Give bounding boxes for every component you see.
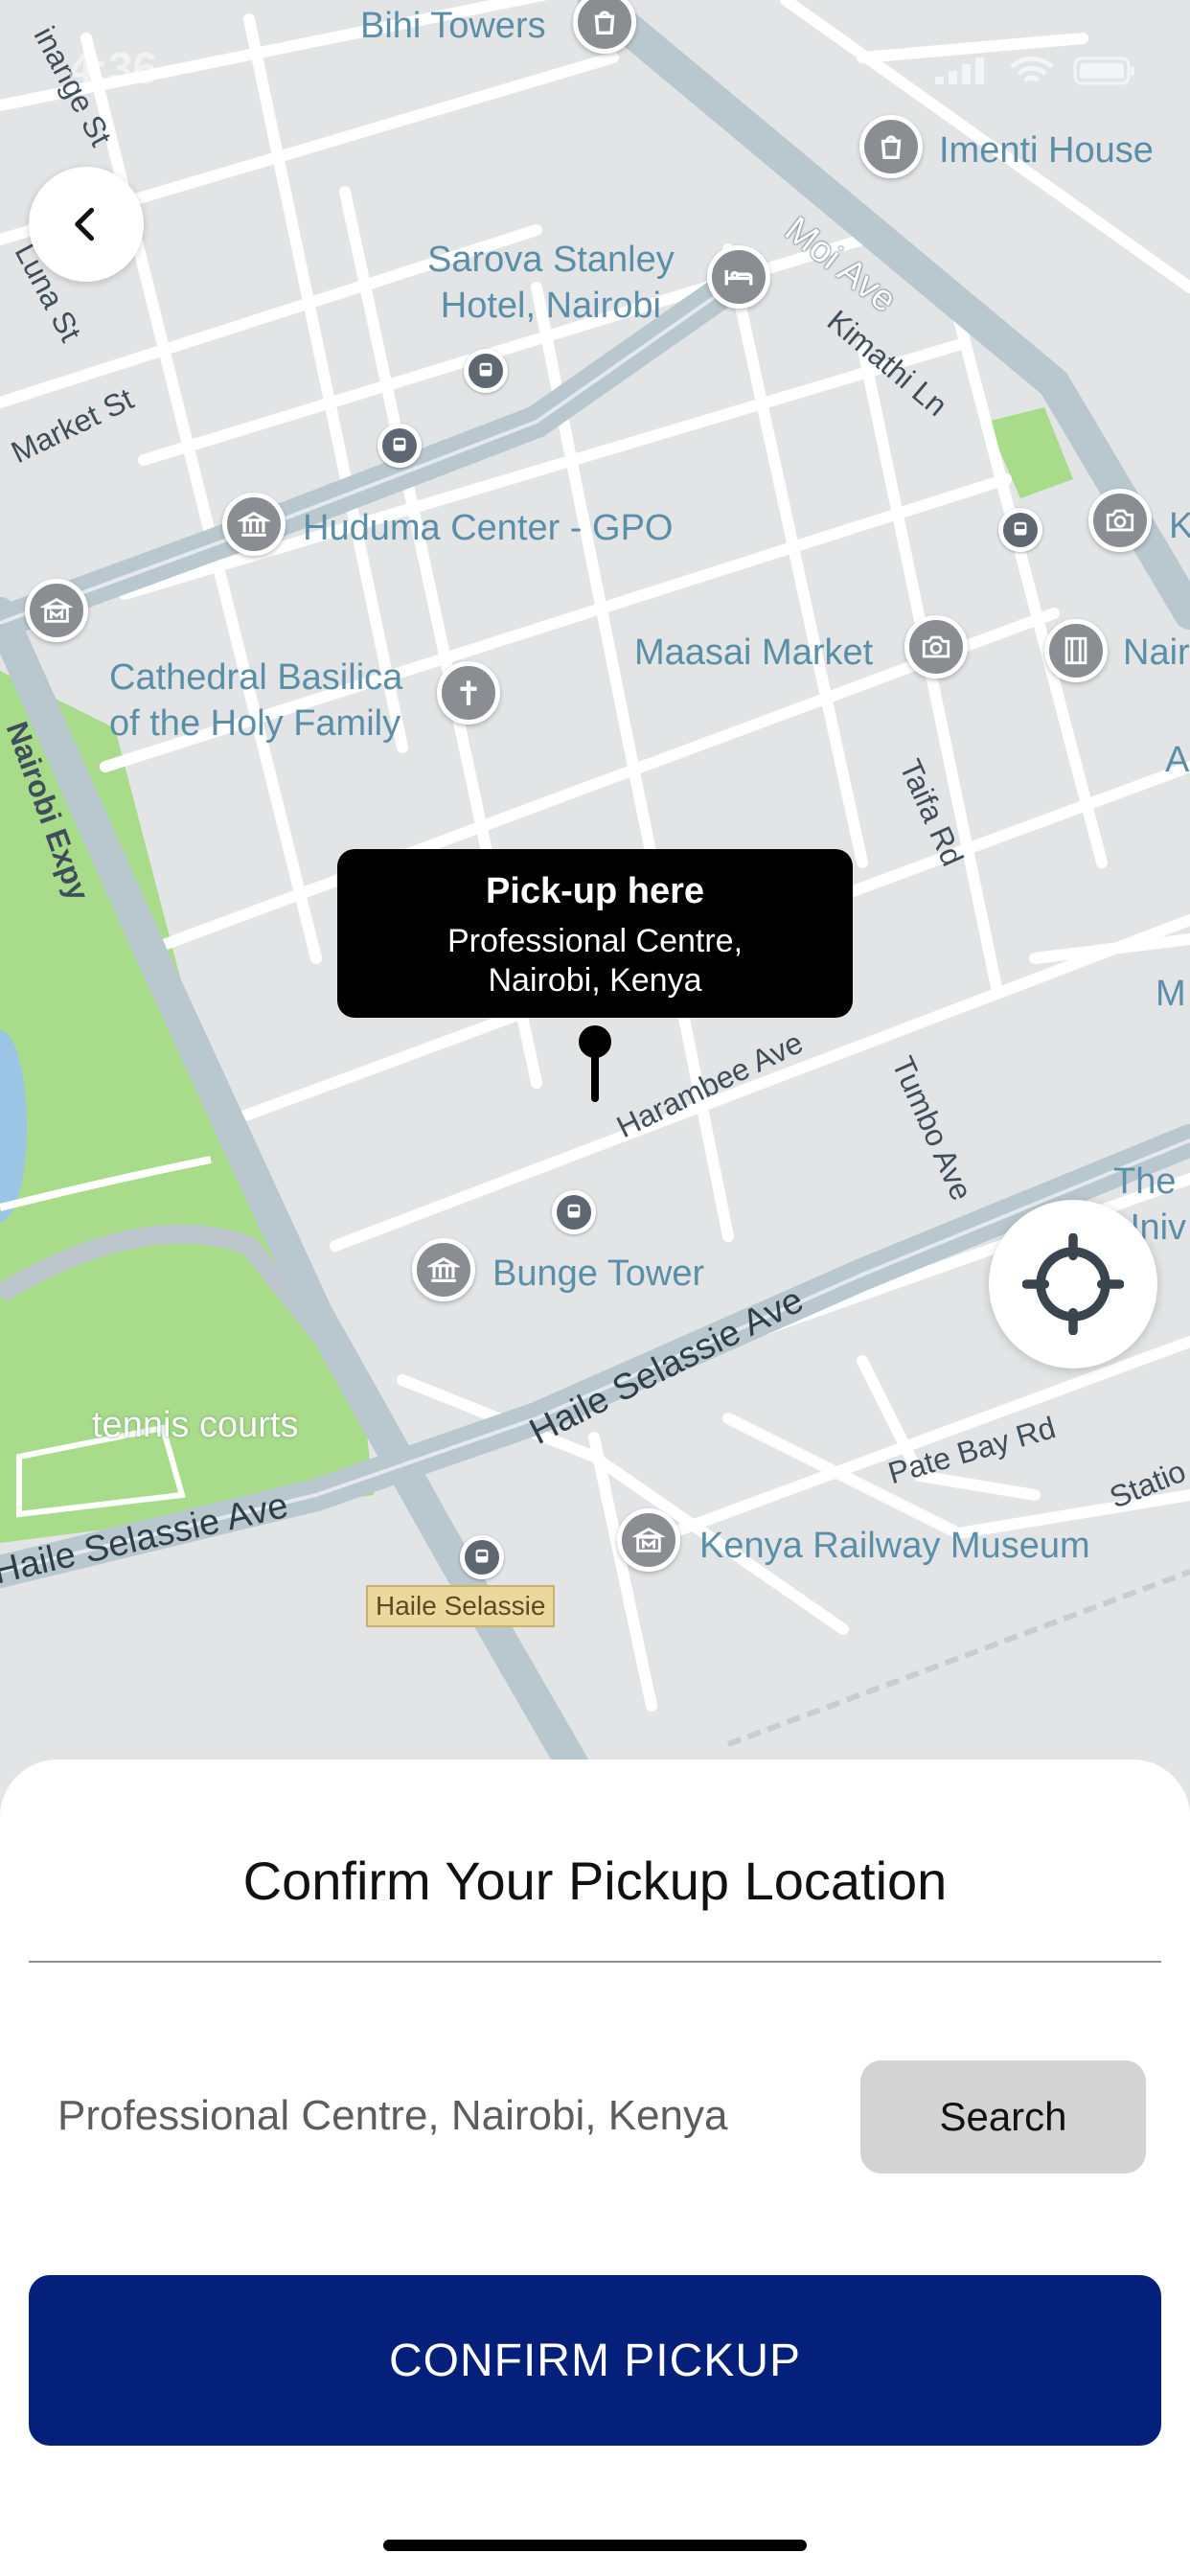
pickup-callout-address: Professional Centre, Nairobi, Kenya bbox=[446, 922, 744, 1000]
camera-icon[interactable] bbox=[904, 615, 968, 678]
battery-icon bbox=[1073, 57, 1134, 85]
church-icon[interactable] bbox=[437, 661, 500, 724]
cellular-signal-icon bbox=[935, 58, 984, 84]
back-button[interactable] bbox=[29, 167, 144, 282]
map-label-edge-k: K bbox=[1169, 506, 1190, 546]
wifi-icon bbox=[1010, 56, 1054, 82]
map-label-kenya-railway-museum: Kenya Railway Museum bbox=[699, 1526, 1090, 1566]
map-label-edge-m: M bbox=[1156, 974, 1186, 1014]
bus-stop-icon[interactable] bbox=[464, 349, 508, 393]
bus-stop-icon[interactable] bbox=[460, 1535, 504, 1579]
bank-icon[interactable] bbox=[222, 493, 286, 556]
search-button[interactable]: Search bbox=[860, 2060, 1146, 2174]
bus-stop-icon[interactable] bbox=[998, 508, 1042, 552]
map-label-bihi-towers: Bihi Towers bbox=[360, 6, 546, 46]
transit-station-tag[interactable]: Haile Selassie bbox=[366, 1585, 556, 1627]
map-label-edge-a: A bbox=[1165, 740, 1190, 780]
film-icon[interactable] bbox=[1044, 619, 1108, 682]
sheet-title: Confirm Your Pickup Location bbox=[242, 1851, 948, 1911]
recenter-location-button[interactable] bbox=[989, 1200, 1157, 1368]
map-label-sarova-stanley: Sarova Stanley Hotel, Nairobi bbox=[427, 240, 675, 326]
bank-icon[interactable] bbox=[412, 1238, 475, 1301]
bus-stop-icon[interactable] bbox=[552, 1190, 596, 1234]
sheet-divider bbox=[29, 1961, 1161, 1963]
pickup-pin-stem bbox=[591, 1048, 599, 1102]
map-label-huduma-center: Huduma Center - GPO bbox=[303, 508, 674, 548]
pickup-callout: Pick-up here Professional Centre, Nairob… bbox=[337, 849, 853, 1018]
pickup-location-input[interactable] bbox=[29, 2070, 843, 2162]
map-label-tennis-courts: tennis courts bbox=[92, 1405, 299, 1445]
map-label-maasai-market: Maasai Market bbox=[634, 632, 874, 673]
map-label-cathedral-basilica: Cathedral Basilica of the Holy Family bbox=[109, 657, 403, 744]
confirm-pickup-button[interactable]: CONFIRM PICKUP bbox=[29, 2275, 1161, 2446]
shopping-bag-icon[interactable] bbox=[859, 115, 923, 178]
pickup-callout-title: Pick-up here bbox=[485, 871, 705, 911]
status-bar-icons bbox=[933, 56, 1136, 90]
hotel-icon[interactable] bbox=[707, 245, 770, 309]
map-label-imenti-house: Imenti House bbox=[939, 130, 1154, 171]
museum-icon[interactable] bbox=[617, 1508, 680, 1572]
home-indicator[interactable] bbox=[383, 2540, 807, 2551]
museum-icon[interactable] bbox=[25, 579, 88, 642]
chevron-left-icon bbox=[75, 207, 95, 242]
map-label-nairobi-partial: Nair bbox=[1123, 632, 1190, 673]
locate-crosshair-icon bbox=[1022, 1233, 1124, 1335]
map-view[interactable]: Bihi Towers Imenti House Sarova Stanley … bbox=[0, 0, 1190, 1802]
bus-stop-icon[interactable] bbox=[378, 424, 422, 468]
status-bar-time: 4:36 bbox=[69, 43, 158, 93]
camera-icon[interactable] bbox=[1088, 489, 1152, 552]
map-label-bunge-tower: Bunge Tower bbox=[492, 1254, 705, 1294]
